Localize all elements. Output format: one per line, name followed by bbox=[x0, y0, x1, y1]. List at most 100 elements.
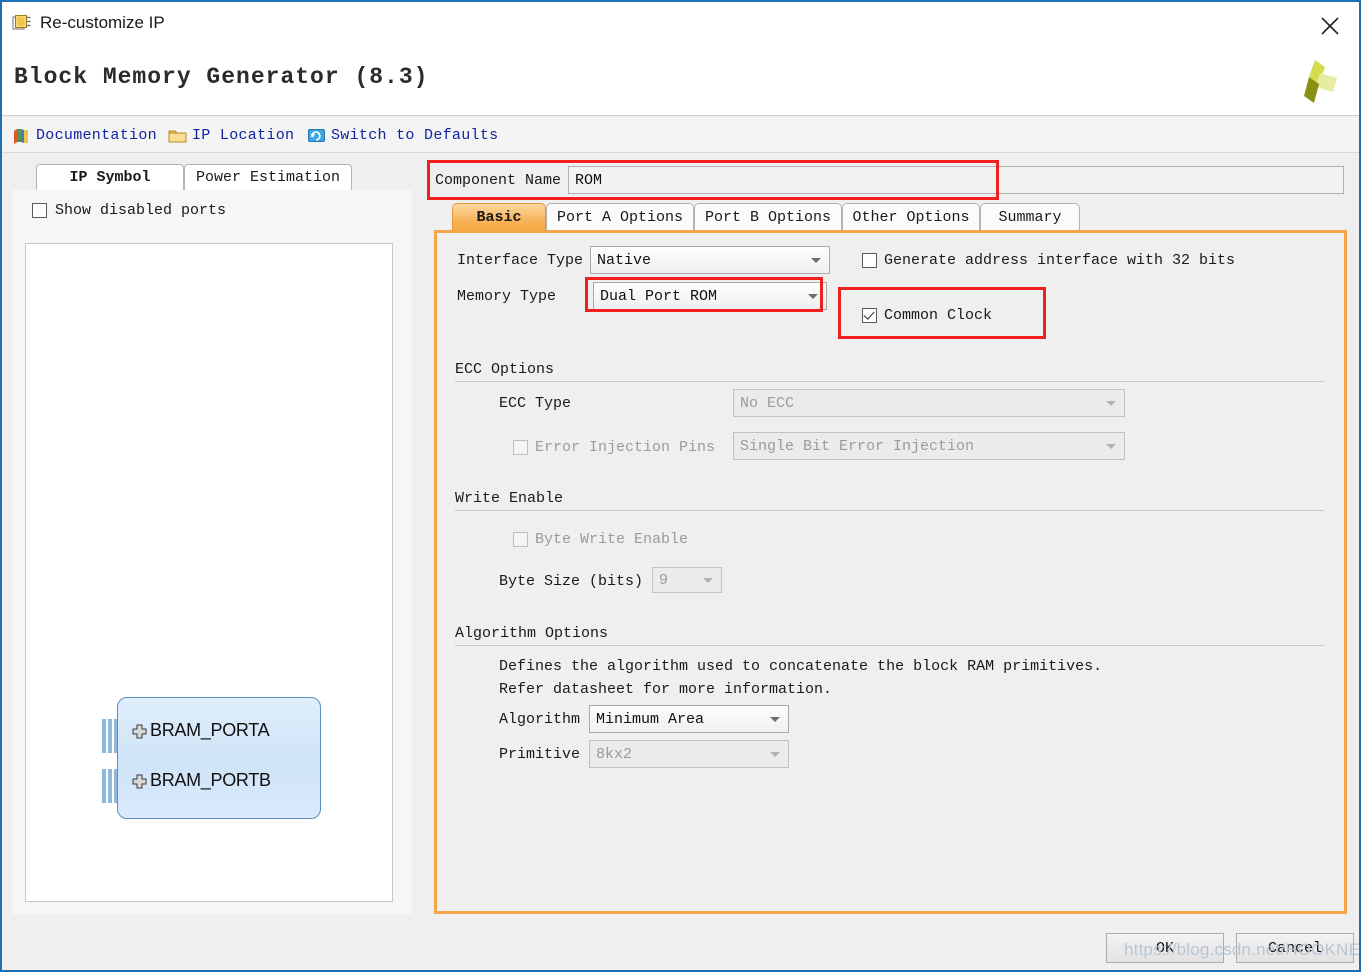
tab-label: Port B Options bbox=[704, 208, 832, 226]
byte-size-combo: 9 bbox=[652, 567, 722, 593]
byte-size-value: 9 bbox=[659, 571, 669, 589]
tab-other-options[interactable]: Other Options bbox=[842, 203, 980, 230]
tab-summary[interactable]: Summary bbox=[980, 203, 1080, 230]
ecc-options-divider bbox=[455, 381, 1324, 382]
port-connector-b bbox=[102, 769, 118, 803]
toolbar-label: Switch to Defaults bbox=[331, 126, 499, 144]
interface-type-label: Interface Type bbox=[457, 252, 584, 269]
tab-label: Port A Options bbox=[556, 208, 684, 226]
algorithm-options-title: Algorithm Options bbox=[455, 625, 615, 642]
show-disabled-ports-checkbox[interactable] bbox=[32, 203, 47, 218]
common-clock-checkbox[interactable] bbox=[862, 308, 877, 323]
primitive-value: 8kx2 bbox=[596, 745, 633, 763]
write-enable-title: Write Enable bbox=[455, 490, 570, 507]
title-bar: Re-customize IP bbox=[2, 2, 1359, 46]
cancel-button[interactable]: Cancel bbox=[1236, 933, 1354, 963]
primitive-combo: 8kx2 bbox=[589, 740, 789, 768]
port-connector-a bbox=[102, 719, 118, 753]
ecc-type-value: No ECC bbox=[740, 394, 795, 412]
folder-icon bbox=[168, 126, 187, 145]
left-panel-body: Show disabled ports BRAM_PORTA BRAM_PORT… bbox=[12, 190, 412, 914]
interface-type-combo[interactable]: Native bbox=[590, 246, 830, 274]
component-name-row: Component Name bbox=[432, 165, 1344, 195]
ok-button-label: OK bbox=[1155, 939, 1174, 957]
byte-write-enable-row: Byte Write Enable bbox=[513, 531, 688, 548]
memory-type-value: Dual Port ROM bbox=[600, 287, 718, 305]
chevron-down-icon bbox=[770, 752, 780, 757]
books-icon bbox=[12, 126, 31, 145]
re-customize-ip-window: Re-customize IP Block Memory Generator (… bbox=[0, 0, 1361, 972]
tab-label: Summary bbox=[998, 208, 1062, 226]
toolbar: Documentation IP Location Switch to Defa… bbox=[2, 117, 1359, 153]
main-tab-strip: Basic Port A Options Port B Options Othe… bbox=[434, 203, 1347, 231]
error-injection-pins-checkbox bbox=[513, 440, 528, 455]
tab-label: Other Options bbox=[852, 208, 970, 226]
basic-tab-panel: Interface Type Native Memory Type Dual P… bbox=[434, 230, 1347, 914]
common-clock-label: Common Clock bbox=[884, 307, 993, 324]
show-disabled-ports-row[interactable]: Show disabled ports bbox=[32, 202, 226, 219]
plus-box-icon[interactable] bbox=[132, 773, 147, 789]
error-injection-pins-row: Error Injection Pins bbox=[513, 439, 715, 456]
chevron-down-icon bbox=[1106, 444, 1116, 449]
plus-box-icon[interactable] bbox=[132, 723, 147, 739]
tab-power-estimation[interactable]: Power Estimation bbox=[184, 164, 352, 190]
toolbar-item-switch-to-defaults[interactable]: Switch to Defaults bbox=[307, 124, 498, 146]
symbol-port-label: BRAM_PORTA bbox=[150, 720, 270, 740]
algorithm-label: Algorithm bbox=[499, 711, 581, 728]
xilinx-logo bbox=[1289, 56, 1341, 108]
byte-write-enable-checkbox bbox=[513, 532, 528, 547]
symbol-port-row-b[interactable]: BRAM_PORTB bbox=[132, 770, 271, 791]
toolbar-item-ip-location[interactable]: IP Location bbox=[168, 124, 294, 146]
refresh-icon bbox=[307, 126, 326, 145]
chevron-down-icon bbox=[811, 258, 821, 263]
component-name-label: Component Name bbox=[435, 171, 562, 189]
chevron-down-icon bbox=[703, 578, 713, 583]
generate-address-interface-checkbox[interactable] bbox=[862, 253, 877, 268]
tab-ip-symbol[interactable]: IP Symbol bbox=[36, 164, 184, 190]
tab-port-a-options[interactable]: Port A Options bbox=[546, 203, 694, 230]
algorithm-options-divider bbox=[455, 645, 1324, 646]
page-title: Block Memory Generator (8.3) bbox=[14, 64, 429, 90]
ok-button[interactable]: OK bbox=[1106, 933, 1224, 963]
generate-address-interface-row[interactable]: Generate address interface with 32 bits bbox=[862, 252, 1235, 269]
tab-label: Power Estimation bbox=[195, 169, 341, 186]
interface-type-value: Native bbox=[597, 251, 652, 269]
tab-label: Basic bbox=[476, 208, 522, 226]
symbol-port-label: BRAM_PORTB bbox=[150, 770, 271, 790]
left-tab-strip: IP Symbol Power Estimation bbox=[12, 162, 412, 191]
ip-symbol-canvas: BRAM_PORTA BRAM_PORTB bbox=[25, 243, 393, 902]
ecc-type-label: ECC Type bbox=[499, 395, 572, 412]
close-button[interactable] bbox=[1307, 6, 1353, 42]
component-name-input[interactable] bbox=[568, 166, 1344, 194]
tab-label: IP Symbol bbox=[69, 169, 151, 186]
toolbar-item-documentation[interactable]: Documentation bbox=[12, 124, 157, 146]
memory-type-label: Memory Type bbox=[457, 288, 557, 305]
chevron-down-icon bbox=[808, 294, 818, 299]
algorithm-value: Minimum Area bbox=[596, 710, 705, 728]
show-disabled-ports-label: Show disabled ports bbox=[55, 202, 227, 219]
algorithm-combo[interactable]: Minimum Area bbox=[589, 705, 789, 733]
error-injection-type-value: Single Bit Error Injection bbox=[740, 437, 975, 455]
chevron-down-icon bbox=[1106, 401, 1116, 406]
ecc-options-title: ECC Options bbox=[455, 361, 561, 378]
error-injection-pins-label: Error Injection Pins bbox=[535, 439, 716, 456]
bram-symbol-block: BRAM_PORTA BRAM_PORTB bbox=[117, 697, 321, 819]
symbol-port-row-a[interactable]: BRAM_PORTA bbox=[132, 720, 270, 741]
window-title: Re-customize IP bbox=[40, 13, 165, 32]
error-injection-type-combo: Single Bit Error Injection bbox=[733, 432, 1125, 460]
byte-size-label: Byte Size (bits) bbox=[499, 573, 644, 590]
chevron-down-icon bbox=[770, 717, 780, 722]
tab-basic[interactable]: Basic bbox=[452, 203, 546, 230]
tab-port-b-options[interactable]: Port B Options bbox=[694, 203, 842, 230]
generate-address-interface-label: Generate address interface with 32 bits bbox=[884, 252, 1236, 269]
ip-block-icon bbox=[12, 13, 33, 34]
toolbar-label: IP Location bbox=[192, 126, 295, 144]
algorithm-description-line-2: Refer datasheet for more information. bbox=[499, 681, 833, 698]
memory-type-combo[interactable]: Dual Port ROM bbox=[593, 282, 827, 310]
write-enable-divider bbox=[455, 510, 1324, 511]
header-bar: Block Memory Generator (8.3) bbox=[2, 46, 1359, 116]
common-clock-row[interactable]: Common Clock bbox=[862, 307, 992, 324]
toolbar-label: Documentation bbox=[36, 126, 157, 144]
ecc-type-combo: No ECC bbox=[733, 389, 1125, 417]
byte-write-enable-label: Byte Write Enable bbox=[535, 531, 689, 548]
